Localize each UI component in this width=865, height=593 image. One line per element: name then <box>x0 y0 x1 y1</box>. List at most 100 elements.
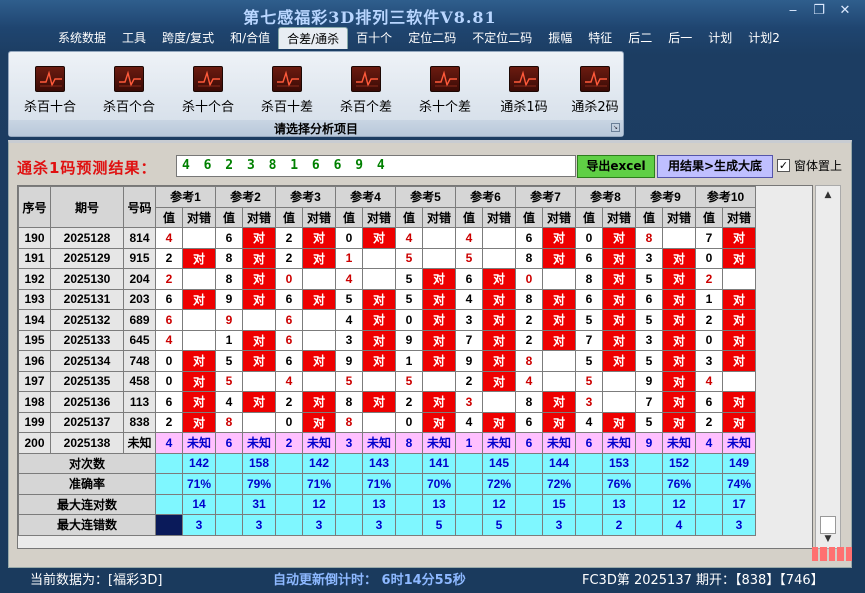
menu-item-1[interactable]: 工具 <box>114 27 154 49</box>
stats-value: 2 <box>602 514 636 536</box>
row-index: 197 <box>18 370 51 392</box>
ref-value: 4 <box>395 227 423 249</box>
stats-spacer <box>275 452 303 474</box>
ref-result <box>542 350 576 372</box>
stats-spacer <box>575 473 603 495</box>
ribbon-expand-icon[interactable]: ↘ <box>611 123 620 132</box>
ribbon-button-2[interactable]: 杀十个合 <box>172 66 244 116</box>
menu-bar: 系统数据 工具 跨度/复式 和/合值 合差/通杀 百十个 定位二码 不定位二码 振幅 特征 后二 后一… <box>50 27 788 49</box>
ribbon-button-4[interactable]: 杀百个差 <box>330 66 402 116</box>
ref-result <box>302 370 336 392</box>
menu-item-8[interactable]: 振幅 <box>540 27 580 49</box>
stats-spacer <box>635 514 663 536</box>
ref-value: 7 <box>695 227 723 249</box>
export-excel-button[interactable]: 导出excel <box>577 155 655 178</box>
ref-result: 对 <box>662 411 696 433</box>
row-index: 191 <box>18 247 51 269</box>
menu-item-5[interactable]: 百十个 <box>348 27 400 49</box>
ribbon-button-6[interactable]: 通杀1码 <box>488 66 560 116</box>
ref-value: 1 <box>395 350 423 372</box>
minimize-icon[interactable]: ‒ <box>782 3 804 19</box>
reference-header: 参考10 <box>695 186 756 208</box>
ref-result: 对 <box>482 411 516 433</box>
ref-result: 对 <box>662 391 696 413</box>
stats-spacer <box>515 452 543 474</box>
ref-result: 对 <box>422 309 456 331</box>
ref-value: 8 <box>215 268 243 290</box>
result-subheader: 对错 <box>182 206 216 228</box>
ribbon-button-3[interactable]: 杀百十差 <box>251 66 323 116</box>
ref-result: 对 <box>722 288 756 310</box>
ontop-checkbox[interactable]: ✓ <box>777 159 790 172</box>
stats-spacer <box>455 493 483 515</box>
ribbon-button-1[interactable]: 杀百个合 <box>93 66 165 116</box>
value-subheader: 值 <box>155 206 183 228</box>
ref-result <box>602 370 636 392</box>
ref-result <box>362 268 396 290</box>
ref-result <box>302 268 336 290</box>
ref-result <box>542 370 576 392</box>
menu-item-4[interactable]: 合差/通杀 <box>278 27 349 49</box>
ref-result: 对 <box>542 309 576 331</box>
value-subheader: 值 <box>215 206 243 228</box>
row-period: 2025138 <box>50 432 124 454</box>
ref-value: 0 <box>275 411 303 433</box>
ribbon-button-5[interactable]: 杀十个差 <box>409 66 481 116</box>
restore-icon[interactable]: ❐ <box>808 3 830 19</box>
generate-base-button[interactable]: 用结果>生成大底 <box>657 155 773 178</box>
stats-value: 71% <box>302 473 336 495</box>
ref-result: 对 <box>482 309 516 331</box>
ref-value: 8 <box>515 288 543 310</box>
scroll-up-icon[interactable]: ▲ <box>820 188 836 202</box>
ribbon-button-0[interactable]: 杀百十合 <box>14 66 86 116</box>
menu-item-7[interactable]: 不定位二码 <box>464 27 540 49</box>
stats-value: 158 <box>242 452 276 474</box>
stats-value: 145 <box>482 452 516 474</box>
ref-value: 2 <box>695 411 723 433</box>
window-title: 第七感福彩3D排列三软件V8.81 <box>243 8 497 27</box>
ref-value: 3 <box>335 329 363 351</box>
ribbon-caption: 请选择分析项目 <box>9 120 623 136</box>
stats-value: 5 <box>422 514 456 536</box>
ref-result: 对 <box>422 350 456 372</box>
ribbon-panel: 请选择分析项目 ↘ 杀百十合 杀百个合 杀十个合 杀百十差 杀百个差 杀十个差 通杀1码 通杀… <box>8 51 624 137</box>
menu-item-9[interactable]: 特征 <box>580 27 620 49</box>
menu-item-6[interactable]: 定位二码 <box>400 27 464 49</box>
ref-value: 4 <box>155 227 183 249</box>
menu-item-3[interactable]: 和/合值 <box>222 27 278 49</box>
ref-value: 6 <box>155 391 183 413</box>
stats-label: 准确率 <box>18 473 156 495</box>
stats-spacer <box>215 514 243 536</box>
status-bar: 当前数据为：[福彩3D] 自动更新倒计时： 6时14分55秒 FC3D第 202… <box>0 568 865 593</box>
ref-result: 对 <box>242 268 276 290</box>
pending-result: 未知 <box>182 432 216 454</box>
row-index: 199 <box>18 411 51 433</box>
ref-value: 5 <box>395 268 423 290</box>
scroll-down-icon[interactable]: ▼ <box>820 532 836 546</box>
chart-icon <box>430 66 460 92</box>
stats-value: 14 <box>182 493 216 515</box>
pending-value: 4 <box>155 432 183 454</box>
menu-item-13[interactable]: 计划2 <box>740 27 788 49</box>
ref-value: 4 <box>155 329 183 351</box>
stats-spacer <box>515 493 543 515</box>
menu-item-12[interactable]: 计划 <box>700 27 740 49</box>
ref-value: 5 <box>335 370 363 392</box>
menu-item-0[interactable]: 系统数据 <box>50 27 114 49</box>
vertical-scrollbar[interactable]: ▲ ▼ <box>815 185 841 549</box>
menu-item-2[interactable]: 跨度/复式 <box>154 27 222 49</box>
chart-icon <box>580 66 610 92</box>
menu-item-11[interactable]: 后一 <box>660 27 700 49</box>
reference-header: 参考5 <box>395 186 456 208</box>
row-number: 689 <box>123 309 156 331</box>
prediction-result-field[interactable]: 4 6 2 3 8 1 6 6 9 4 <box>176 155 576 177</box>
menu-item-10[interactable]: 后二 <box>620 27 660 49</box>
close-icon[interactable]: ✕ <box>834 3 856 19</box>
pending-result: 未知 <box>602 432 636 454</box>
stats-value: 4 <box>662 514 696 536</box>
row-period: 2025136 <box>50 391 124 413</box>
stats-value: 13 <box>602 493 636 515</box>
ref-value: 3 <box>575 391 603 413</box>
ref-result: 对 <box>602 309 636 331</box>
ribbon-button-7[interactable]: 通杀2码 <box>559 66 631 116</box>
